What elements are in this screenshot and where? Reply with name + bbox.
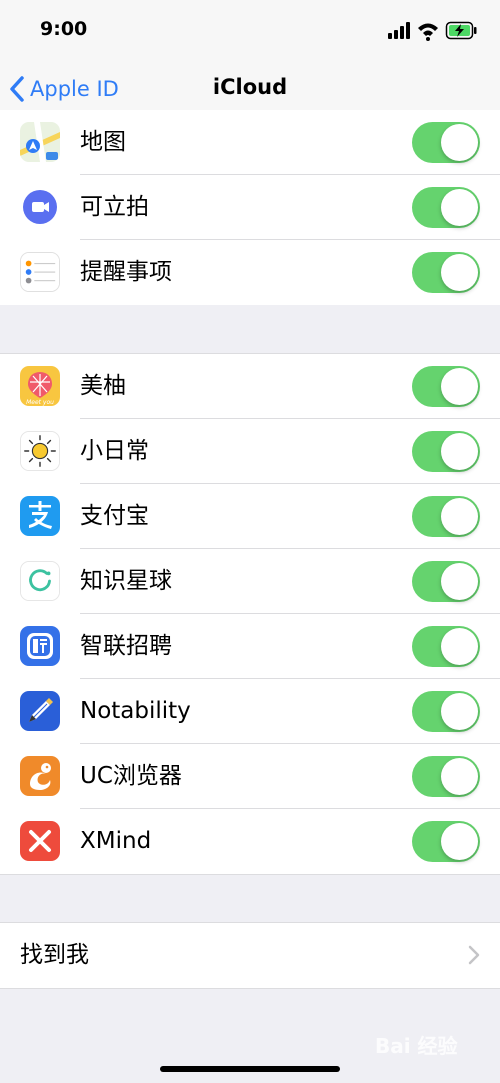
toggle-zhishixingqiu[interactable]	[412, 561, 480, 602]
toggle-knob	[441, 628, 478, 665]
wifi-icon	[418, 23, 438, 41]
app-label: XMind	[80, 828, 152, 854]
app-label: Notability	[80, 698, 191, 724]
toggle-knob	[441, 189, 478, 226]
app-label: 小日常	[80, 438, 149, 464]
app-label: 支付宝	[80, 503, 149, 529]
toggle-uc-browser[interactable]	[412, 756, 480, 797]
list-item: Notability	[0, 679, 500, 744]
status-bar: 9:00	[0, 0, 500, 60]
home-indicator	[160, 1066, 340, 1072]
toggle-knob	[441, 823, 478, 860]
toggle-alipay[interactable]	[412, 496, 480, 537]
toggle-zhilian[interactable]	[412, 626, 480, 667]
xiaorichang-icon	[20, 431, 60, 471]
watermark: Bai 经验	[375, 1034, 458, 1058]
page-title: iCloud	[212, 75, 288, 99]
toggle-knob	[441, 563, 478, 600]
svg-text:Meet you: Meet you	[26, 399, 54, 406]
toggle-meiyou[interactable]	[412, 366, 480, 407]
notability-icon	[20, 691, 60, 731]
cellular-signal-icon	[388, 22, 410, 39]
toggle-knob	[441, 368, 478, 405]
list-item: 地图	[0, 110, 500, 175]
find-my-label: 找到我	[20, 942, 89, 968]
maps-icon	[20, 122, 60, 162]
list-item: 提醒事项	[0, 240, 500, 305]
app-label: 美柚	[80, 373, 126, 399]
toggle-knob	[441, 693, 478, 730]
toggle-knob	[441, 498, 478, 535]
toggle-clips[interactable]	[412, 187, 480, 228]
list-item: 知识星球	[0, 549, 500, 614]
list-item: XMind	[0, 809, 500, 874]
app-label: UC浏览器	[80, 763, 182, 789]
uc-browser-icon	[20, 756, 60, 796]
app-label: 知识星球	[80, 568, 172, 594]
toggle-xiaorichang[interactable]	[412, 431, 480, 472]
list-item: 智联招聘	[0, 614, 500, 679]
list-item: 支付宝	[0, 484, 500, 549]
toggle-knob	[441, 254, 478, 291]
apps-group-2: Meet you 美柚 小日常 支付宝 知识星球 智联招聘 Notability…	[0, 353, 500, 875]
list-item: 可立拍	[0, 175, 500, 240]
reminders-icon	[20, 252, 60, 292]
status-icons	[388, 19, 478, 43]
status-time: 9:00	[40, 18, 88, 40]
app-label: 可立拍	[80, 194, 149, 220]
app-label: 提醒事项	[80, 259, 172, 285]
app-label: 地图	[80, 129, 126, 155]
toggle-reminders[interactable]	[412, 252, 480, 293]
toggle-notability[interactable]	[412, 691, 480, 732]
list-item: UC浏览器	[0, 744, 500, 809]
find-my-row[interactable]: 找到我	[0, 922, 500, 989]
zhishixingqiu-icon	[20, 561, 60, 601]
toggle-maps[interactable]	[412, 122, 480, 163]
toggle-knob	[441, 758, 478, 795]
zhilian-icon	[20, 626, 60, 666]
clips-icon	[20, 187, 60, 227]
apps-group-1: 地图 可立拍 提醒事项	[0, 110, 500, 305]
chevron-right-icon	[468, 945, 480, 965]
toggle-knob	[441, 124, 478, 161]
alipay-icon	[20, 496, 60, 536]
meiyou-icon: Meet you	[20, 366, 60, 406]
list-item: 小日常	[0, 419, 500, 484]
xmind-icon	[20, 821, 60, 861]
app-label: 智联招聘	[80, 633, 172, 659]
battery-charging-icon	[445, 21, 477, 40]
list-item: Meet you 美柚	[0, 354, 500, 419]
toggle-knob	[441, 433, 478, 470]
toggle-xmind[interactable]	[412, 821, 480, 862]
